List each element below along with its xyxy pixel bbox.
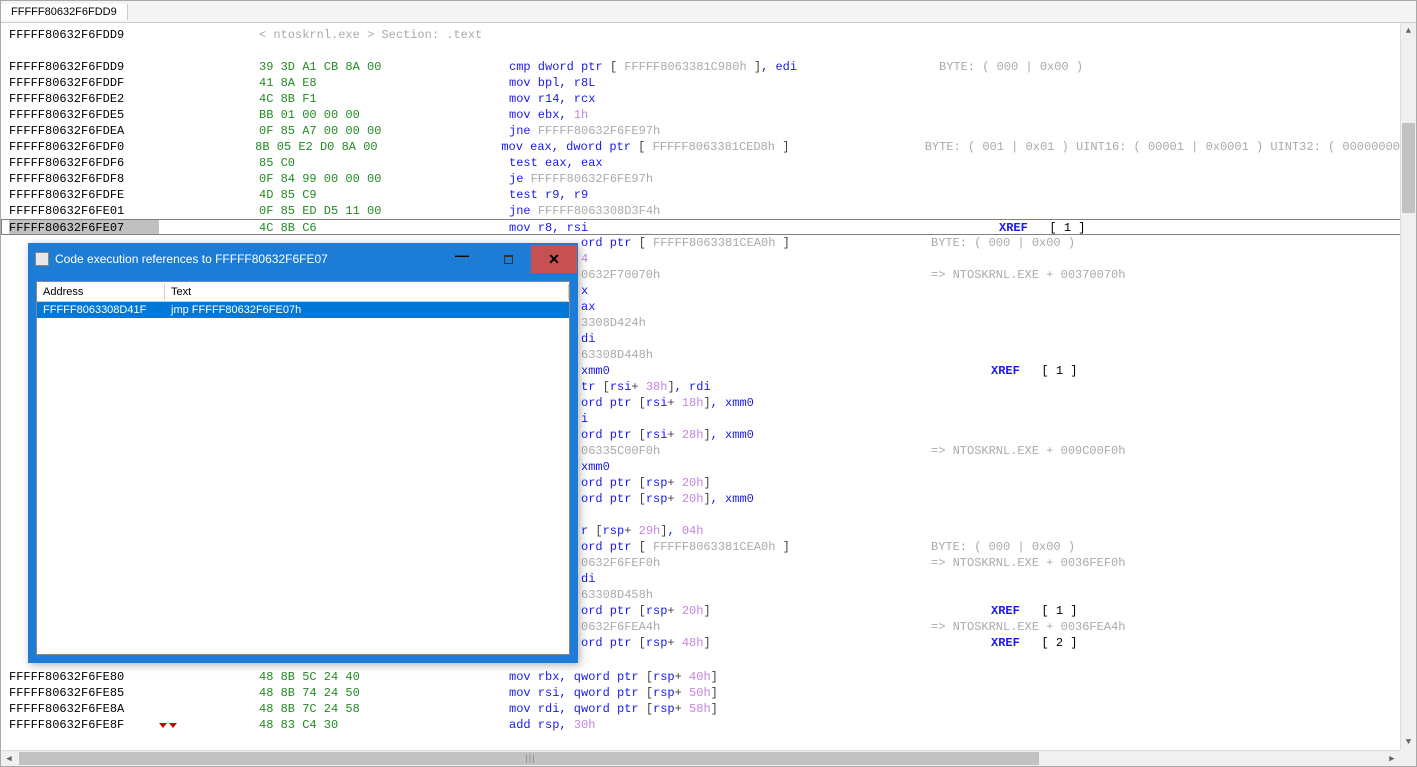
disasm-partial-area: ord ptr [ FFFFF8063381CEA0h ]BYTE: ( 000… [581,235,1125,651]
disasm-line-partial[interactable]: di [581,571,1125,587]
disasm-line[interactable]: FFFFF80632F6FDEA0F 85 A7 00 00 00jne FFF… [9,123,1400,139]
disasm-line-partial[interactable]: ord ptr [rsi+ 28h], xmm0 [581,427,1125,443]
list-body[interactable]: FFFFF8063308D41Fjmp FFFFF80632F6FE07h [37,302,569,654]
disasm-line[interactable]: FFFFF80632F6FDE24C 8B F1mov r14, rcx [9,91,1400,107]
maximize-button[interactable] [485,245,531,273]
minimize-button[interactable]: — [439,245,485,273]
disasm-line-partial[interactable] [581,507,1125,523]
dialog-inner: Address Text FFFFF8063308D41Fjmp FFFFF80… [36,281,570,655]
disasm-line-partial[interactable]: 06335C00F0h=> NTOSKRNL.EXE + 009C00F0h [581,443,1125,459]
scrollbar-corner [1400,750,1416,766]
disasm-line-partial[interactable]: ord ptr [rsp+ 20h], xmm0 [581,491,1125,507]
column-address[interactable]: Address [37,284,165,300]
disasm-line-partial[interactable]: xmm0XREF [ 1 ] [581,363,1125,379]
disasm-line[interactable]: FFFFF80632F6FE8A48 8B 7C 24 58mov rdi, q… [9,701,939,717]
disasm-line[interactable]: FFFFF80632F6FE8048 8B 5C 24 40mov rbx, q… [9,669,939,685]
dialog-icon [35,252,49,266]
disasm-line-partial[interactable]: 63308D458h [581,587,1125,603]
horizontal-scrollbar[interactable]: ◀ ▶ [1,750,1400,766]
disasm-line-partial[interactable]: 63308D448h [581,347,1125,363]
disasm-line-partial[interactable]: ord ptr [ FFFFF8063381CEA0h ]BYTE: ( 000… [581,235,1125,251]
disasm-line-partial[interactable]: 0632F6FEA4h=> NTOSKRNL.EXE + 0036FEA4h [581,619,1125,635]
disasm-line-partial[interactable]: 4 [581,251,1125,267]
disasm-line-partial[interactable]: ax [581,299,1125,315]
disasm-line[interactable]: FFFFF80632F6FDF685 C0test eax, eax [9,155,1400,171]
disasm-line[interactable]: FFFFF80632F6FDF08B 05 E2 D0 8A 00mov eax… [9,139,1400,155]
disasm-line-partial[interactable]: tr [rsi+ 38h], rdi [581,379,1125,395]
disasm-line-partial[interactable]: i [581,411,1125,427]
section-header: FFFFF80632F6FDD9< ntoskrnl.exe > Section… [9,27,1400,43]
disasm-line[interactable]: FFFFF80632F6FE074C 8B C6mov r8, rsiXREF … [1,219,1400,235]
list-row[interactable]: FFFFF8063308D41Fjmp FFFFF80632F6FE07h [37,302,569,318]
scroll-down-icon[interactable]: ▼ [1401,734,1416,750]
disasm-bottom-area: FFFFF80632F6FE8048 8B 5C 24 40mov rbx, q… [9,669,939,733]
blank-line [9,43,1400,59]
tab-bar: FFFFF80632F6FDD9 [1,1,1416,23]
scroll-right-icon[interactable]: ▶ [1384,751,1400,766]
disasm-line[interactable]: FFFFF80632F6FDE5BB 01 00 00 00mov ebx, 1… [9,107,1400,123]
disasm-line-partial[interactable]: ord ptr [ FFFFF8063381CEA0h ]BYTE: ( 000… [581,539,1125,555]
scroll-left-icon[interactable]: ◀ [1,751,17,766]
disasm-line[interactable]: FFFFF80632F6FDDF41 8A E8mov bpl, r8L [9,75,1400,91]
disasm-line[interactable]: FFFFF80632F6FE8F48 83 C4 30add rsp, 30h [9,717,939,733]
disasm-line-partial[interactable]: 0632F70070h=> NTOSKRNL.EXE + 00370070h [581,267,1125,283]
disasm-line[interactable]: FFFFF80632F6FDF80F 84 99 00 00 00je FFFF… [9,171,1400,187]
disasm-line-partial[interactable]: 3308D424h [581,315,1125,331]
disasm-line-partial[interactable]: ord ptr [rsi+ 18h], xmm0 [581,395,1125,411]
disasm-line-partial[interactable]: r [rsp+ 29h], 04h [581,523,1125,539]
dialog-title: Code execution references to FFFFF80632F… [55,252,439,266]
vertical-scrollbar[interactable]: ▲ ▼ [1400,23,1416,750]
column-text[interactable]: Text [165,284,569,300]
dialog-body: Address Text FFFFF8063308D41Fjmp FFFFF80… [29,274,577,662]
disasm-line[interactable]: FFFFF80632F6FE8548 8B 74 24 50mov rsi, q… [9,685,939,701]
disasm-line-partial[interactable]: ord ptr [rsp+ 48h]XREF [ 2 ] [581,635,1125,651]
hscroll-thumb[interactable] [19,752,1039,765]
disasm-line[interactable]: FFFFF80632F6FE010F 85 ED D5 11 00jne FFF… [9,203,1400,219]
disasm-line-partial[interactable]: x [581,283,1125,299]
dialog-title-bar[interactable]: Code execution references to FFFFF80632F… [29,244,577,274]
disasm-line-partial[interactable]: 0632F6FEF0h=> NTOSKRNL.EXE + 0036FEF0h [581,555,1125,571]
tab-address[interactable]: FFFFF80632F6FDD9 [1,4,128,20]
list-header: Address Text [37,282,569,302]
scroll-up-icon[interactable]: ▲ [1401,23,1416,39]
vscroll-thumb[interactable] [1402,123,1415,213]
disasm-line-partial[interactable]: ord ptr [rsp+ 20h]XREF [ 1 ] [581,603,1125,619]
disasm-line[interactable]: FFFFF80632F6FDFE4D 85 C9test r9, r9 [9,187,1400,203]
disasm-line-partial[interactable]: xmm0 [581,459,1125,475]
close-button[interactable]: ✕ [531,245,577,273]
disasm-line-partial[interactable]: ord ptr [rsp+ 20h] [581,475,1125,491]
xref-dialog[interactable]: Code execution references to FFFFF80632F… [28,243,578,663]
disasm-line-partial[interactable]: di [581,331,1125,347]
disasm-line[interactable]: FFFFF80632F6FDD939 3D A1 CB 8A 00cmp dwo… [9,59,1400,75]
